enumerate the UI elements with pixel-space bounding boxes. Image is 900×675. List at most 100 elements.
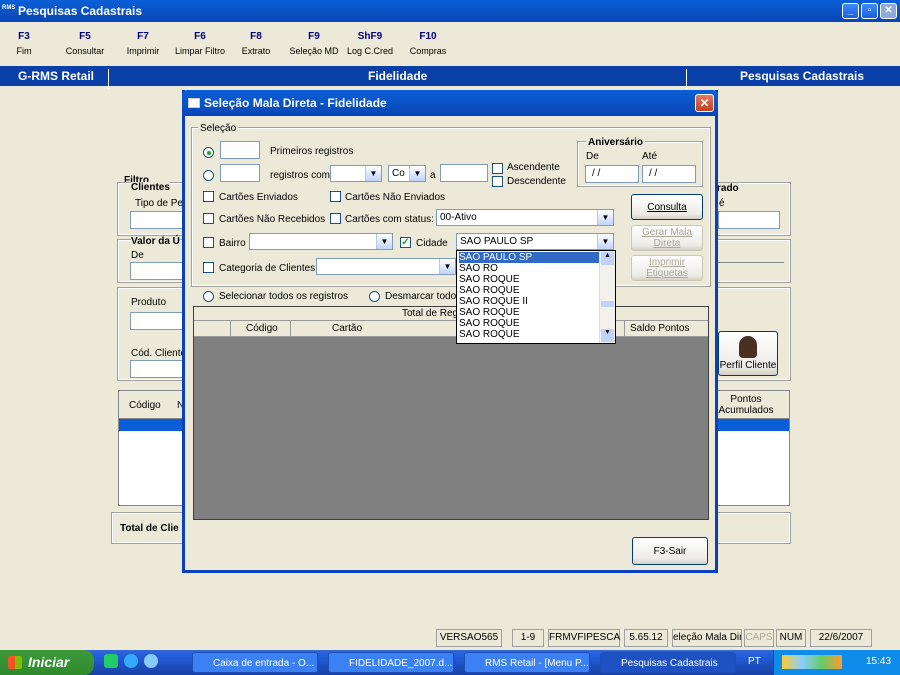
perfil-cliente-button[interactable]: Perfil Cliente: [718, 331, 778, 376]
dropdown-scrollbar[interactable]: ▲ ▼: [599, 251, 615, 343]
window-icon: [188, 98, 200, 108]
gerar-mala-direta-button[interactable]: Gerar Mala Direta: [631, 225, 703, 251]
tipo-pes-label: Tipo de Pes: [135, 198, 188, 209]
list-item[interactable]: SAO ROQUE: [459, 274, 599, 285]
bairro-select[interactable]: ▼: [249, 233, 393, 250]
cartoes-nao-recebidos-checkbox[interactable]: [203, 213, 214, 224]
status-screen: eleção Mala Dire: [672, 629, 742, 647]
ascendente-checkbox[interactable]: [492, 163, 503, 174]
ie-icon[interactable]: [124, 654, 138, 668]
fkey-extrato[interactable]: F8 Extrato: [234, 31, 278, 56]
fkey-fim[interactable]: F3 Fim: [14, 31, 34, 56]
status-select[interactable]: 00-Ativo ▼: [436, 209, 614, 226]
registros-com-radio[interactable]: [203, 170, 214, 181]
bairro-checkbox[interactable]: [203, 237, 214, 248]
status-date: 22/6/2007: [810, 629, 872, 647]
cartoes-status-label: Cartões com status:: [345, 214, 434, 225]
system-tray: 15:43: [773, 650, 900, 675]
registros-count-input[interactable]: [220, 164, 260, 182]
tipo-pessoa-input[interactable]: [130, 211, 185, 229]
restore-button[interactable]: ▫: [861, 3, 878, 19]
task-rms-retail[interactable]: RMS Retail - [Menu P...: [464, 652, 590, 673]
band-left: G-RMS Retail: [18, 69, 95, 83]
language-indicator[interactable]: PT: [748, 656, 761, 667]
cod-cliente-input[interactable]: [130, 360, 185, 378]
value-to-input[interactable]: [440, 164, 488, 182]
app-logo: RMS: [2, 5, 16, 11]
dialog-close-button[interactable]: ✕: [695, 94, 714, 112]
start-button[interactable]: Iniciar: [0, 650, 94, 675]
list-item[interactable]: SAO ROQUE: [459, 318, 599, 329]
aniv-de-input[interactable]: / /: [585, 165, 639, 183]
cidade-checkbox[interactable]: ✓: [400, 237, 411, 248]
valor-de-input[interactable]: [130, 262, 185, 280]
aniv-ate-input[interactable]: / /: [642, 165, 696, 183]
status-num: NUM: [776, 629, 806, 647]
scroll-thumb[interactable]: [601, 301, 614, 307]
close-button[interactable]: ✕: [880, 3, 897, 19]
tray-icons[interactable]: [782, 655, 842, 669]
fkey-consultar[interactable]: F5 Consultar: [60, 31, 110, 56]
task-pesquisas[interactable]: Pesquisas Cadastrais: [600, 652, 736, 673]
cartoes-status-checkbox[interactable]: [330, 213, 341, 224]
show-desktop-icon[interactable]: [104, 654, 118, 668]
main-title-bar: RMS Pesquisas Cadastrais _ ▫ ✕: [0, 0, 900, 22]
aniv-de-label: De: [586, 151, 599, 162]
scroll-up-icon[interactable]: ▲: [601, 252, 614, 265]
rado-label: rado: [717, 183, 739, 194]
cidade-dropdown-list[interactable]: SAO PAULO SP SAO RO SAO ROQUE SAO ROQUE …: [456, 250, 616, 344]
operator-select[interactable]: Co ▼: [388, 165, 426, 182]
col-codigo-grid: Código: [246, 323, 278, 334]
categoria-checkbox[interactable]: [203, 262, 214, 273]
selecionar-todos-radio[interactable]: [203, 291, 214, 302]
scroll-down-icon[interactable]: ▼: [601, 329, 614, 342]
task-outlook[interactable]: Caixa de entrada - O...: [192, 652, 318, 673]
list-item[interactable]: SAO PAULO SP: [459, 252, 599, 263]
window-title: Pesquisas Cadastrais: [18, 4, 143, 18]
minimize-button[interactable]: _: [842, 3, 859, 19]
categoria-select[interactable]: ▼: [316, 258, 456, 275]
list-item[interactable]: SAO ROQUE: [459, 285, 599, 296]
cidade-select[interactable]: SAO PAULO SP ▼: [456, 233, 614, 250]
primeiros-count-input[interactable]: [220, 141, 260, 159]
fkey-selecao-md[interactable]: F9 Seleção MD: [286, 31, 342, 56]
status-version: VERSAO565: [436, 629, 502, 647]
list-item[interactable]: SAO ROQUE: [459, 307, 599, 318]
taskbar: Iniciar Caixa de entrada - O... FIDELIDA…: [0, 650, 900, 675]
windows-logo-icon: [8, 656, 22, 669]
list-item[interactable]: SAO ROQUE II: [459, 296, 599, 307]
results-grid[interactable]: Total de Reg Código Cartão Saldo Pontos: [193, 306, 709, 520]
fkey-compras[interactable]: F10 Compras: [404, 31, 452, 56]
band-center: Fidelidade: [368, 69, 428, 83]
col-cartao-grid: Cartão: [332, 323, 363, 334]
fkey-imprimir[interactable]: F7 Imprimir: [120, 31, 166, 56]
module-band: G-RMS Retail Fidelidade Pesquisas Cadast…: [0, 66, 900, 89]
primeiros-radio[interactable]: [203, 147, 214, 158]
clientes-label: Clientes: [131, 182, 170, 193]
list-item[interactable]: SAO ROQUE: [459, 329, 599, 340]
cartoes-enviados-checkbox[interactable]: [203, 191, 214, 202]
list-item[interactable]: SAO RO: [459, 263, 599, 274]
status-build: 5.65.12: [624, 629, 668, 647]
valor-label: Valor da Ú: [131, 236, 180, 247]
dialog-title-bar: Seleção Mala Direta - Fidelidade ✕: [182, 90, 718, 116]
browser-icon[interactable]: [144, 654, 158, 668]
selecao-label: Seleção: [198, 123, 239, 134]
total-clientes-label: Total de Clie: [120, 523, 179, 534]
consulta-button[interactable]: Consulta: [631, 194, 703, 220]
fkey-limpar-filtro[interactable]: F6 Limpar Filtro: [170, 31, 230, 56]
descendente-checkbox[interactable]: [492, 176, 503, 187]
cartoes-nao-enviados-checkbox[interactable]: [330, 191, 341, 202]
desmarcar-todos-radio[interactable]: [369, 291, 380, 302]
fkey-log-ccred[interactable]: ShF9 Log C.Cred: [342, 31, 398, 56]
field-select[interactable]: ▼: [330, 165, 382, 182]
aniv-ate-label: Até: [642, 151, 658, 162]
status-pages: 1-9: [512, 629, 544, 647]
registros-com-label: registros com: [270, 170, 331, 181]
imprimir-etiquetas-button[interactable]: Imprimir Etiquetas: [631, 255, 703, 281]
col-pontos: Pontos Acumulados: [718, 394, 774, 416]
date-to-input[interactable]: [718, 211, 780, 229]
produto-input[interactable]: [130, 312, 185, 330]
sair-button[interactable]: F3-Sair: [632, 537, 708, 565]
task-word[interactable]: FIDELIDADE_2007.d...: [328, 652, 454, 673]
